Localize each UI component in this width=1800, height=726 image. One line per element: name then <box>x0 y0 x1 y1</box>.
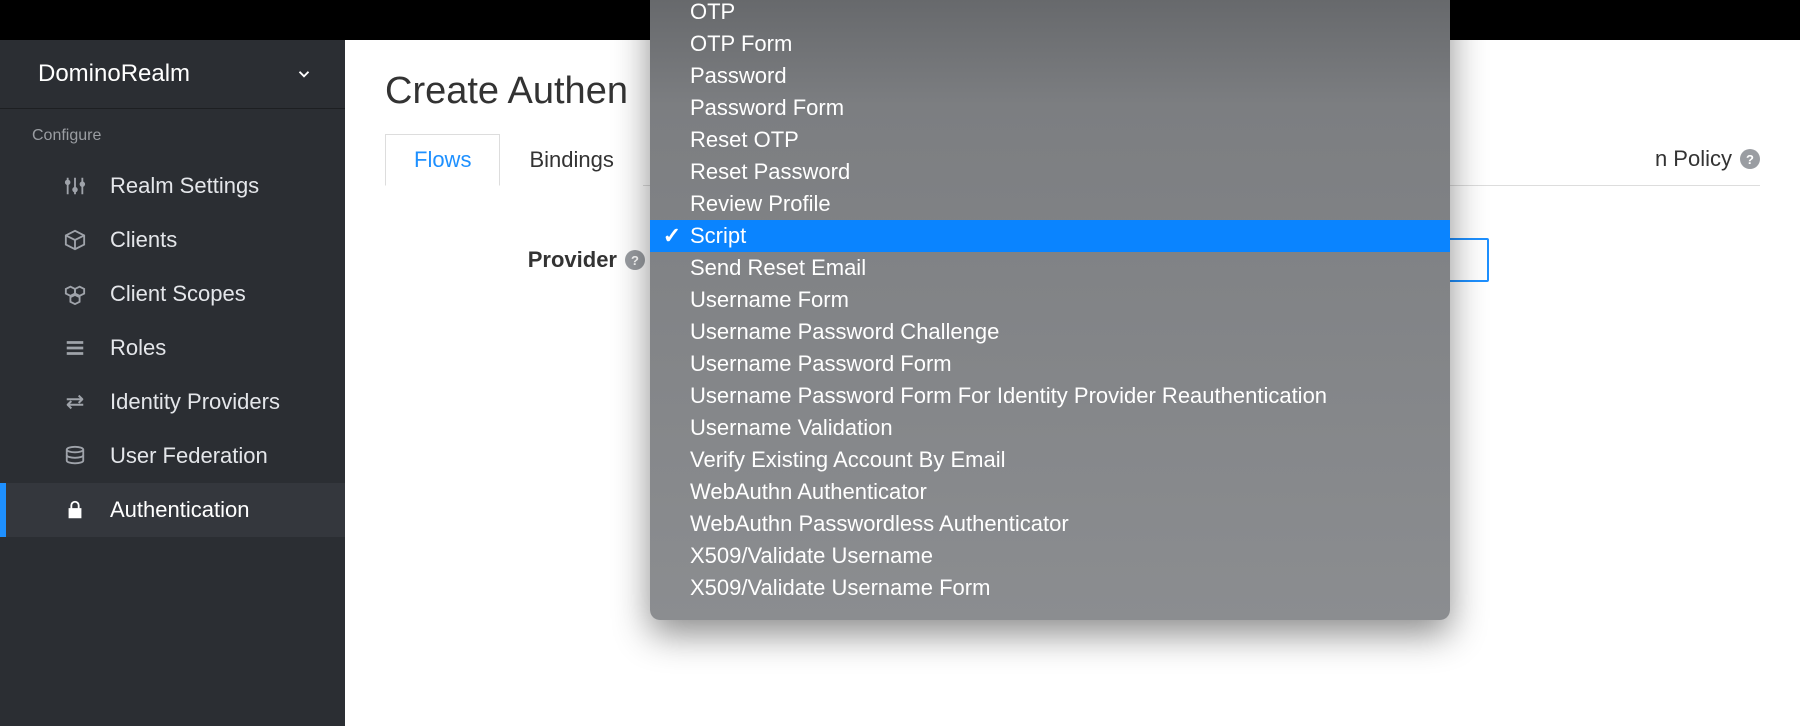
provider-option-label: Password Form <box>690 95 844 121</box>
provider-option-label: Username Password Form <box>690 351 952 377</box>
sidebar: DominoRealm Configure Realm Settings <box>0 40 345 726</box>
provider-option-label: Username Validation <box>690 415 893 441</box>
tab-trailing-fragment[interactable]: n Policy ? <box>1655 133 1760 185</box>
provider-option[interactable]: X509/Validate Username <box>650 540 1450 572</box>
sidebar-item-client-scopes: Client Scopes <box>0 267 345 321</box>
tab-flows[interactable]: Flows <box>385 134 500 186</box>
provider-option-label: OTP <box>690 0 735 25</box>
sidebar-item-authentication: Authentication <box>0 483 345 537</box>
exchange-icon <box>62 389 88 415</box>
sidebar-item-realm-settings: Realm Settings <box>0 159 345 213</box>
provider-option-label: Send Reset Email <box>690 255 866 281</box>
help-icon[interactable]: ? <box>1740 149 1760 169</box>
provider-option[interactable]: WebAuthn Passwordless Authenticator <box>650 508 1450 540</box>
sidebar-nav: Realm Settings Clients Client Scopes <box>0 159 345 537</box>
provider-option-label: X509/Validate Username <box>690 543 933 569</box>
provider-option[interactable]: OTP Form <box>650 28 1450 60</box>
sidebar-item-identity-providers: Identity Providers <box>0 375 345 429</box>
sidebar-link[interactable]: Authentication <box>0 483 345 537</box>
tab-bindings[interactable]: Bindings <box>500 134 642 186</box>
provider-option[interactable]: X509/Validate Username Form <box>650 572 1450 604</box>
provider-option[interactable]: Password <box>650 60 1450 92</box>
provider-label-wrap: Provider ? <box>385 247 645 273</box>
sidebar-link[interactable]: Clients <box>0 213 345 267</box>
provider-option[interactable]: WebAuthn Authenticator <box>650 476 1450 508</box>
list-icon <box>62 335 88 361</box>
provider-option-label: Username Password Challenge <box>690 319 999 345</box>
sidebar-item-label: User Federation <box>110 443 268 469</box>
provider-dropdown-list: KerberosOTPOTP FormPasswordPassword Form… <box>650 0 1450 612</box>
provider-option-label: Reset Password <box>690 159 850 185</box>
provider-option-label: X509/Validate Username Form <box>690 575 990 601</box>
sidebar-item-label: Roles <box>110 335 166 361</box>
sidebar-item-roles: Roles <box>0 321 345 375</box>
provider-option-label: Script <box>690 223 746 249</box>
provider-option[interactable]: ✓ Script <box>650 220 1450 252</box>
provider-option[interactable]: Verify Existing Account By Email <box>650 444 1450 476</box>
provider-option-label: Password <box>690 63 787 89</box>
check-icon: ✓ <box>662 223 682 249</box>
provider-option-label: Reset OTP <box>690 127 799 153</box>
provider-option-label: Verify Existing Account By Email <box>690 447 1005 473</box>
provider-option[interactable]: Review Profile <box>650 188 1450 220</box>
sliders-icon <box>62 173 88 199</box>
provider-option-label: Username Form <box>690 287 849 313</box>
provider-label: Provider <box>528 247 617 273</box>
sidebar-link[interactable]: Roles <box>0 321 345 375</box>
sidebar-item-label: Authentication <box>110 497 249 523</box>
provider-option[interactable]: Reset OTP <box>650 124 1450 156</box>
provider-option-label: OTP Form <box>690 31 792 57</box>
sidebar-item-clients: Clients <box>0 213 345 267</box>
sidebar-link[interactable]: User Federation <box>0 429 345 483</box>
provider-option-label: WebAuthn Authenticator <box>690 479 927 505</box>
provider-option-label: Review Profile <box>690 191 831 217</box>
cube-icon <box>62 227 88 253</box>
provider-dropdown[interactable]: KerberosOTPOTP FormPasswordPassword Form… <box>650 0 1450 620</box>
lock-icon <box>62 497 88 523</box>
provider-option-label: WebAuthn Passwordless Authenticator <box>690 511 1069 537</box>
sidebar-link[interactable]: Identity Providers <box>0 375 345 429</box>
chevron-down-icon <box>295 65 313 83</box>
provider-option[interactable]: Send Reset Email <box>650 252 1450 284</box>
sidebar-item-user-federation: User Federation <box>0 429 345 483</box>
realm-name: DominoRealm <box>38 60 190 88</box>
sidebar-link[interactable]: Realm Settings <box>0 159 345 213</box>
cubes-icon <box>62 281 88 307</box>
provider-option[interactable]: Username Password Form <box>650 348 1450 380</box>
database-icon <box>62 443 88 469</box>
provider-option[interactable]: Username Form <box>650 284 1450 316</box>
sidebar-link[interactable]: Client Scopes <box>0 267 345 321</box>
provider-option-label: Username Password Form For Identity Prov… <box>690 383 1327 409</box>
provider-option[interactable]: Username Validation <box>650 412 1450 444</box>
sidebar-section-title: Configure <box>0 109 345 159</box>
tab-trailing-label: n Policy <box>1655 146 1732 172</box>
provider-option[interactable]: Password Form <box>650 92 1450 124</box>
provider-option[interactable]: OTP <box>650 0 1450 28</box>
provider-option[interactable]: Reset Password <box>650 156 1450 188</box>
provider-option[interactable]: Username Password Form For Identity Prov… <box>650 380 1450 412</box>
help-icon[interactable]: ? <box>625 250 645 270</box>
sidebar-item-label: Client Scopes <box>110 281 246 307</box>
realm-selector[interactable]: DominoRealm <box>0 40 345 109</box>
sidebar-item-label: Realm Settings <box>110 173 259 199</box>
provider-option[interactable]: Username Password Challenge <box>650 316 1450 348</box>
sidebar-item-label: Identity Providers <box>110 389 280 415</box>
sidebar-item-label: Clients <box>110 227 177 253</box>
